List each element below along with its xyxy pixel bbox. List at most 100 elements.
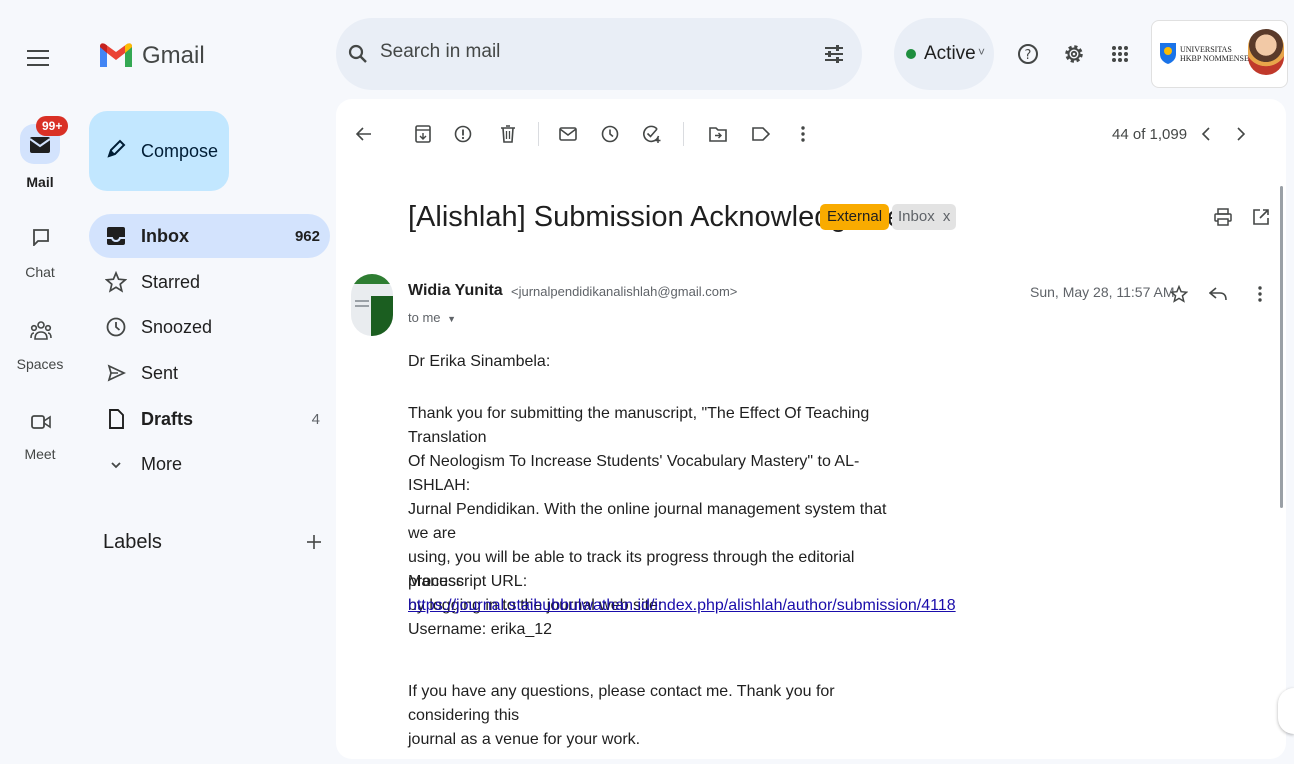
newer-chevron-icon[interactable] [1229, 122, 1253, 146]
scrollbar[interactable] [1280, 186, 1283, 508]
toolbar-divider [683, 122, 684, 146]
email-paragraph-2: If you have any questions, please contac… [408, 680, 888, 752]
external-badge: External [820, 204, 890, 230]
account-switcher[interactable]: UNIVERSITAS HKBP NOMMENSEN [1151, 20, 1288, 88]
compose-label: Compose [141, 141, 219, 161]
archive-icon[interactable] [411, 122, 435, 146]
label-icon[interactable] [749, 122, 773, 146]
university-logo-icon [1160, 43, 1176, 64]
gmail-wordmark: Gmail [142, 42, 205, 69]
remove-label-icon[interactable]: x [943, 208, 951, 225]
sidebar-item-label: Sent [141, 363, 179, 383]
search-options-icon[interactable] [823, 43, 845, 65]
body-line: journal as a venue for your work. [408, 731, 641, 748]
add-label-icon[interactable] [302, 530, 326, 554]
open-new-window-icon[interactable] [1249, 205, 1273, 229]
rail-meet[interactable]: Meet [4, 412, 76, 472]
print-icon[interactable] [1211, 205, 1235, 229]
compose-button[interactable]: Compose [89, 111, 229, 191]
back-arrow-icon[interactable] [352, 122, 376, 146]
delete-icon[interactable] [496, 122, 520, 146]
body-line: If you have any questions, please contac… [408, 683, 835, 724]
older-chevron-icon[interactable] [1194, 122, 1218, 146]
chat-icon [33, 229, 49, 246]
chevron-down-icon [111, 462, 121, 469]
move-to-icon[interactable] [706, 122, 730, 146]
sender-name[interactable]: Widia Yunita [408, 282, 503, 300]
meet-icon [31, 415, 51, 429]
email-greeting: Dr Erika Sinambela: [408, 353, 551, 370]
manuscript-url-label: Manuscript URL: [408, 573, 528, 590]
sender-avatar[interactable] [351, 274, 393, 336]
status-label: Active [924, 43, 976, 64]
sidebar-item-more[interactable]: More [89, 442, 330, 486]
rail-mail[interactable]: 99+ Mail [4, 116, 76, 194]
avatar[interactable] [1248, 29, 1284, 75]
rail-chat[interactable]: Chat [4, 226, 76, 286]
help-icon[interactable]: ? [1016, 42, 1040, 66]
draft-icon [109, 409, 124, 429]
sidebar-item-label: Snoozed [141, 317, 213, 337]
username-line: Username: erika_12 [408, 621, 553, 638]
sender-email: <jurnalpendidikanalishlah@gmail.com> [511, 284, 738, 299]
inbox-chip-label: Inbox [898, 208, 935, 225]
spaces-icon [30, 321, 52, 340]
clock-icon [106, 317, 126, 337]
pagination-text: 44 of 1,099 [1112, 126, 1188, 143]
email-date: Sun, May 28, 11:57 AM [1030, 284, 1175, 300]
mail-unread-badge: 99+ [36, 116, 69, 136]
mark-unread-icon[interactable] [556, 122, 580, 146]
inbox-label-chip: Inbox x [892, 204, 957, 230]
body-line: Of Neologism To Increase Students' Vocab… [408, 453, 860, 494]
reply-icon[interactable] [1206, 282, 1230, 306]
avatar-cover-line [355, 305, 369, 307]
star-message-icon[interactable] [1167, 282, 1191, 306]
sidebar-item-label: Inbox [141, 226, 189, 246]
chevron-down-icon: ▼ [447, 314, 457, 324]
manuscript-url-link[interactable]: https://journal.staihubbulwathan.id/inde… [408, 594, 956, 618]
svg-text:?: ? [1025, 48, 1032, 63]
sidebar-item-sent[interactable]: Sent [89, 351, 330, 395]
search-icon[interactable] [348, 44, 368, 64]
gmail-logo-icon [100, 43, 132, 67]
recipient-label: to me [408, 310, 441, 325]
sidebar-item-label: Starred [141, 272, 201, 292]
status-selector[interactable]: Active ˅ [894, 18, 994, 90]
more-options-icon[interactable] [791, 122, 815, 146]
sidebar-item-inbox[interactable]: Inbox 962 [89, 214, 330, 258]
labels-heading: Labels [103, 531, 162, 553]
body-line: Jurnal Pendidikan. With the online journ… [408, 501, 887, 542]
drafts-count: 4 [311, 411, 320, 428]
message-more-icon[interactable] [1248, 282, 1272, 306]
search-input[interactable]: Search in mail [380, 41, 500, 63]
sidebar-item-drafts[interactable]: Drafts 4 [89, 397, 330, 441]
snooze-icon[interactable] [598, 122, 622, 146]
mail-icon [29, 137, 51, 153]
search-bar[interactable]: Search in mail [336, 18, 862, 90]
sidebar-item-label: Drafts [141, 409, 194, 429]
rail-spaces[interactable]: Spaces [4, 320, 76, 380]
side-panel-toggle[interactable] [1278, 688, 1294, 734]
gmail-logo[interactable]: Gmail [98, 39, 208, 75]
sidebar-item-label: More [141, 454, 183, 474]
toolbar-divider [538, 122, 539, 146]
star-icon [105, 271, 127, 293]
apps-grid-icon[interactable] [1108, 42, 1132, 66]
sidebar-item-starred[interactable]: Starred [89, 260, 330, 304]
avatar-green-stripe [351, 274, 393, 284]
avatar-cover-block [371, 296, 393, 336]
recipient-details-toggle[interactable]: to me ▼ [408, 310, 456, 325]
rail-label-mail: Mail [26, 174, 54, 190]
add-to-tasks-icon[interactable] [640, 122, 664, 146]
settings-gear-icon[interactable] [1061, 41, 1087, 67]
report-spam-icon[interactable] [451, 122, 475, 146]
university-name-line2: HKBP NOMMENSEN [1180, 54, 1255, 63]
inbox-count: 962 [294, 228, 320, 245]
main-menu-icon[interactable] [24, 44, 52, 72]
pencil-icon [107, 139, 126, 158]
body-line: Thank you for submitting the manuscript,… [408, 405, 870, 446]
avatar-cover-line [355, 300, 369, 302]
inbox-icon [107, 227, 125, 245]
send-icon [107, 364, 127, 382]
sidebar-item-snoozed[interactable]: Snoozed [89, 305, 330, 349]
